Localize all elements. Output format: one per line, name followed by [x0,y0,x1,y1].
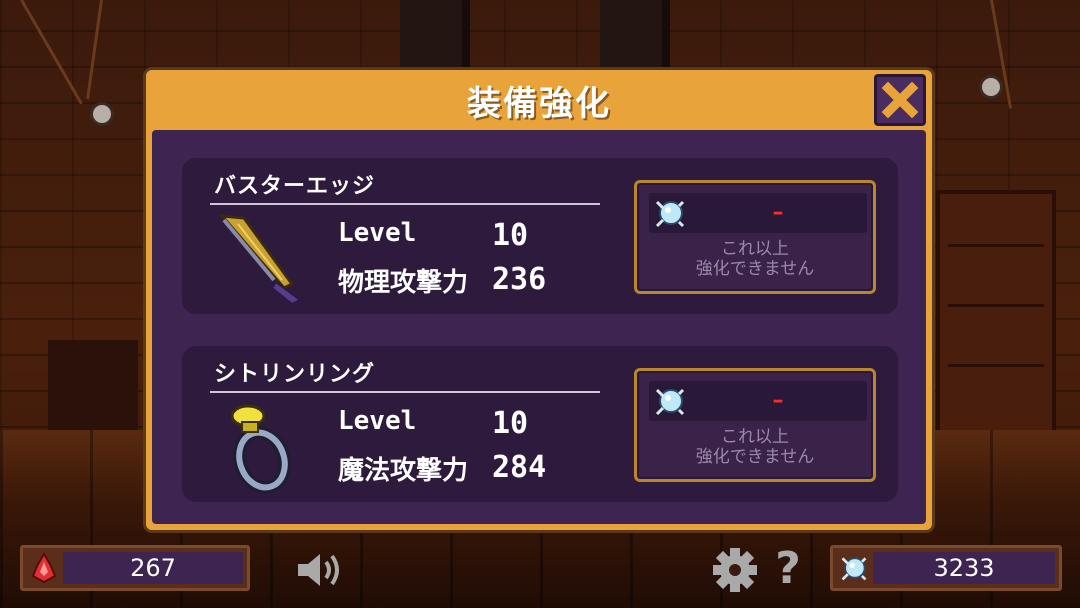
crystal-gem-icon [655,200,685,228]
equipment-upgrade-panel: 装備強化 バスターエッジ Level 10 物理攻撃力 236 – これ以上 強… [146,70,932,530]
gear-icon[interactable] [712,547,758,593]
level-value: 10 [492,218,529,253]
max-level-message: これ以上 強化できません [695,239,815,279]
stat-value: 284 [492,450,547,485]
panel-title: 装備強化 [467,84,611,124]
stat-value: 236 [492,262,547,297]
red-flame-gem-icon [31,552,57,584]
upgrade-cost: – [649,381,867,421]
crystal-currency-counter: 3233 [830,545,1062,591]
equipment-card: バスターエッジ Level 10 物理攻撃力 236 – これ以上 強化できませ… [182,158,898,314]
item-name: シトリンリング [214,362,376,387]
stat-label: 物理攻撃力 [338,268,469,298]
upgrade-cost: – [649,193,867,233]
crystal-gem-icon [841,557,867,581]
level-label: Level [338,406,417,436]
crystal-gem-icon [655,388,685,416]
equipment-card: シトリンリング Level 10 魔法攻撃力 284 – これ以上 強化できませ… [182,346,898,502]
sword-icon [218,214,302,306]
divider [210,203,600,205]
stat-label: 魔法攻撃力 [338,456,469,486]
item-name: バスターエッジ [214,174,376,199]
level-value: 10 [492,406,529,441]
red-currency-counter: 267 [20,545,250,591]
bookshelf [936,190,1056,438]
upgrade-button[interactable]: – これ以上 強化できません [634,180,876,294]
close-x-icon [882,82,918,118]
level-label: Level [338,218,417,248]
weapon-rack [48,340,138,430]
cost-value: – [772,388,784,413]
ring-icon [230,404,291,494]
crystal-currency-value: 3233 [873,552,1055,584]
red-currency-value: 267 [63,552,243,584]
max-level-message: これ以上 強化できません [695,427,815,467]
hanging-lamp [93,105,111,123]
help-button[interactable]: ? [768,544,808,594]
upgrade-button[interactable]: – これ以上 強化できません [634,368,876,482]
panel-body: バスターエッジ Level 10 物理攻撃力 236 – これ以上 強化できませ… [152,130,926,524]
cost-value: – [772,200,784,225]
hanging-lamp [982,78,1000,96]
close-button[interactable] [874,74,926,126]
speaker-icon[interactable] [294,548,342,592]
divider [210,391,600,393]
